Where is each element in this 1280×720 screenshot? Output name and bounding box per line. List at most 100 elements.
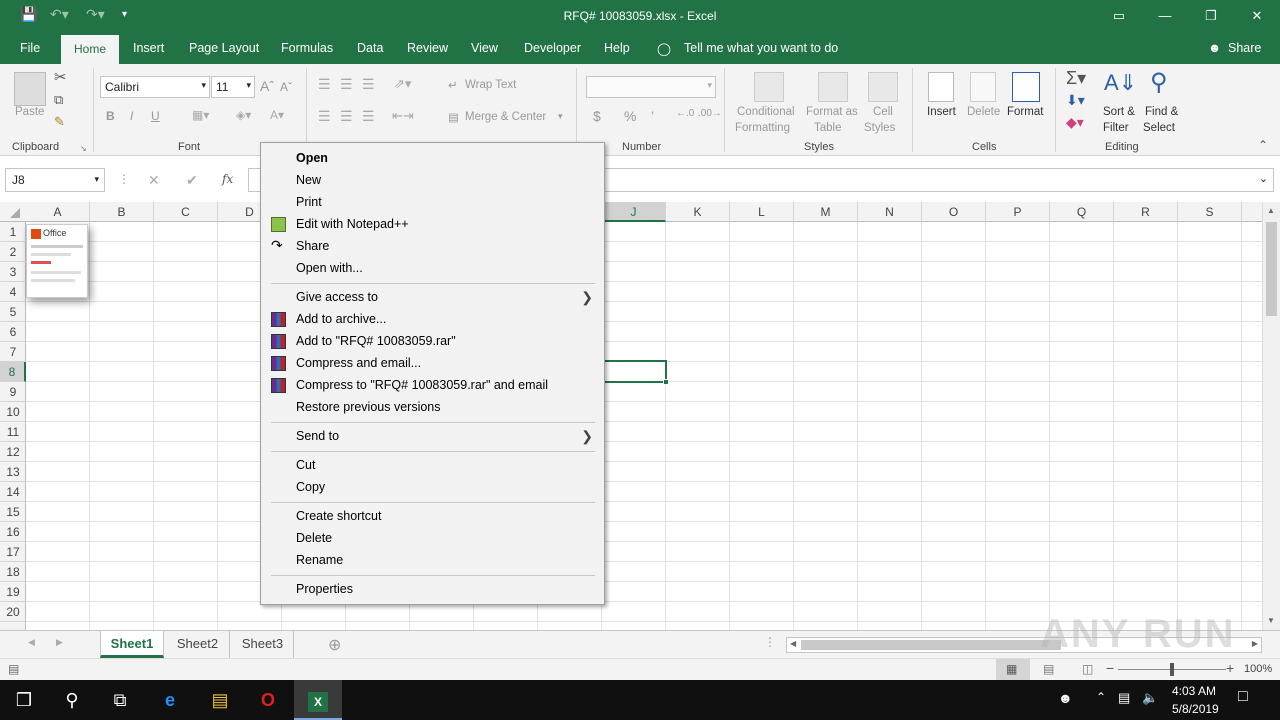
row-header[interactable]: 10 (0, 402, 26, 422)
menu-item-rename[interactable]: Rename (262, 549, 603, 571)
clock-date[interactable]: 5/8/2019 (1172, 702, 1219, 716)
col-header-selected[interactable]: J (602, 202, 666, 222)
menu-item-create-shortcut[interactable]: Create shortcut (262, 505, 603, 527)
menu-item-edit-notepad[interactable]: Edit with Notepad++ (262, 213, 603, 235)
name-box[interactable]: J8 ▾ (5, 168, 105, 192)
next-sheet-icon[interactable]: ▶ (56, 637, 63, 648)
tab-review[interactable]: Review (407, 41, 448, 55)
font-size-select[interactable]: 11 ▾ (211, 76, 255, 98)
format-as-table-line1[interactable]: Format as (806, 106, 858, 118)
clear-icon[interactable]: ◆▾ (1066, 114, 1084, 131)
row-header[interactable]: 13 (0, 462, 26, 482)
network-icon[interactable]: ▤ (1118, 690, 1130, 706)
autosum-icon[interactable]: Σ▾ (1066, 68, 1086, 89)
select-all-icon[interactable] (10, 208, 20, 218)
row-header[interactable]: 7 (0, 342, 26, 362)
col-header[interactable]: M (794, 202, 858, 222)
tab-splitter-icon[interactable]: ⋮ (764, 635, 776, 649)
align-center-icon[interactable]: ☰ (340, 108, 353, 125)
scroll-left-icon[interactable]: ◀ (790, 639, 796, 648)
tab-formulas[interactable]: Formulas (281, 41, 333, 55)
page-layout-view-icon[interactable]: ▤ (1043, 662, 1054, 676)
shrink-font-icon[interactable]: Aˇ (280, 80, 292, 94)
orientation-icon[interactable]: ⇗▾ (394, 76, 411, 92)
decrease-decimal-icon[interactable]: .00→ (698, 108, 722, 119)
macro-record-icon[interactable]: ▤ (8, 662, 19, 676)
scroll-thumb[interactable] (1266, 222, 1277, 316)
volume-icon[interactable]: 🔈 (1142, 690, 1158, 706)
menu-item-delete[interactable]: Delete (262, 527, 603, 549)
col-header[interactable]: C (154, 202, 218, 222)
merge-dropdown-icon[interactable]: ▾ (558, 111, 563, 122)
collapse-ribbon-icon[interactable]: ⌃ (1258, 138, 1268, 152)
new-sheet-icon[interactable]: ⊕ (328, 635, 341, 655)
scroll-up-icon[interactable]: ▲ (1267, 206, 1275, 215)
excel-taskbar-button[interactable]: X (294, 680, 342, 720)
font-name-select[interactable]: Calibri ▾ (100, 76, 210, 98)
zoom-out-button[interactable]: − (1106, 660, 1114, 676)
row-header[interactable]: 5 (0, 302, 26, 322)
cell-styles-line2[interactable]: Styles (864, 122, 895, 134)
borders-icon[interactable]: ▦▾ (192, 108, 209, 122)
ribbon-display-icon[interactable]: ▭ (1096, 0, 1142, 32)
tab-page-layout[interactable]: Page Layout (189, 41, 259, 55)
row-header[interactable]: 11 (0, 422, 26, 442)
tell-me-input[interactable]: Tell me what you want to do (684, 41, 838, 55)
conditional-formatting-line1[interactable]: Conditional (737, 106, 795, 118)
tab-home[interactable]: Home (61, 35, 119, 64)
paste-icon[interactable] (14, 72, 46, 106)
insert-function-icon[interactable]: fx (222, 172, 233, 186)
minimize-button[interactable]: — (1142, 0, 1188, 32)
row-header[interactable]: 15 (0, 502, 26, 522)
menu-item-add-to-rar[interactable]: Add to "RFQ# 10083059.rar" (262, 330, 603, 352)
tab-file[interactable]: File (20, 41, 40, 55)
active-cell[interactable] (602, 360, 667, 383)
tab-help[interactable]: Help (604, 41, 630, 55)
row-header[interactable]: 17 (0, 542, 26, 562)
menu-item-cut[interactable]: Cut (262, 454, 603, 476)
align-left-icon[interactable]: ☰ (318, 108, 331, 125)
col-header[interactable]: B (90, 202, 154, 222)
close-button[interactable]: ✕ (1234, 0, 1280, 32)
find-select-line1[interactable]: Find & (1145, 106, 1178, 118)
menu-item-compress-email[interactable]: Compress and email... (262, 352, 603, 374)
find-select-line2[interactable]: Select (1143, 122, 1175, 134)
col-header[interactable]: R (1114, 202, 1178, 222)
menu-item-copy[interactable]: Copy (262, 476, 603, 498)
row-header[interactable]: 3 (0, 262, 26, 282)
menu-item-open-with[interactable]: Open with... (262, 257, 603, 279)
indent-icon[interactable]: ⇤⇥ (392, 108, 414, 124)
align-bottom-icon[interactable]: ☰ (362, 76, 375, 93)
font-color-icon[interactable]: A▾ (270, 108, 284, 122)
windows-start-icon[interactable]: ❒ (0, 680, 48, 720)
col-header[interactable]: A (26, 202, 90, 222)
share-button[interactable]: Share (1228, 41, 1261, 55)
sheet-tab-active[interactable]: Sheet1 (100, 631, 164, 658)
cancel-icon[interactable]: ✕ (148, 172, 160, 189)
underline-button[interactable]: U (151, 109, 160, 123)
insert-button[interactable]: Insert (927, 106, 956, 118)
scroll-down-icon[interactable]: ▼ (1267, 616, 1275, 625)
align-right-icon[interactable]: ☰ (362, 108, 375, 125)
menu-item-give-access[interactable]: Give access to ❯ (262, 286, 603, 308)
col-header[interactable]: S (1178, 202, 1242, 222)
h-scroll-thumb[interactable] (801, 640, 1061, 650)
col-header[interactable]: N (858, 202, 922, 222)
comma-button[interactable]: ’ (651, 108, 654, 124)
menu-item-share[interactable]: ↷ Share (262, 235, 603, 257)
sheet-tab[interactable]: Sheet2 (166, 631, 230, 658)
row-header[interactable]: 1 (0, 222, 26, 242)
search-icon[interactable]: ⚲ (48, 680, 96, 720)
bold-button[interactable]: B (106, 109, 115, 123)
row-header[interactable]: 16 (0, 522, 26, 542)
menu-item-add-archive[interactable]: Add to archive... (262, 308, 603, 330)
menu-item-compress-rar-email[interactable]: Compress to "RFQ# 10083059.rar" and emai… (262, 374, 603, 396)
tab-developer[interactable]: Developer (524, 41, 581, 55)
menu-item-open[interactable]: Open (262, 147, 603, 169)
cut-icon[interactable]: ✂ (54, 68, 67, 86)
menu-item-new[interactable]: New (262, 169, 603, 191)
show-hidden-icons[interactable]: ⌃ (1096, 690, 1106, 704)
normal-view-button[interactable]: ▦ (996, 659, 1030, 680)
row-header[interactable]: 14 (0, 482, 26, 502)
task-view-icon[interactable]: ⧉ (96, 680, 144, 720)
